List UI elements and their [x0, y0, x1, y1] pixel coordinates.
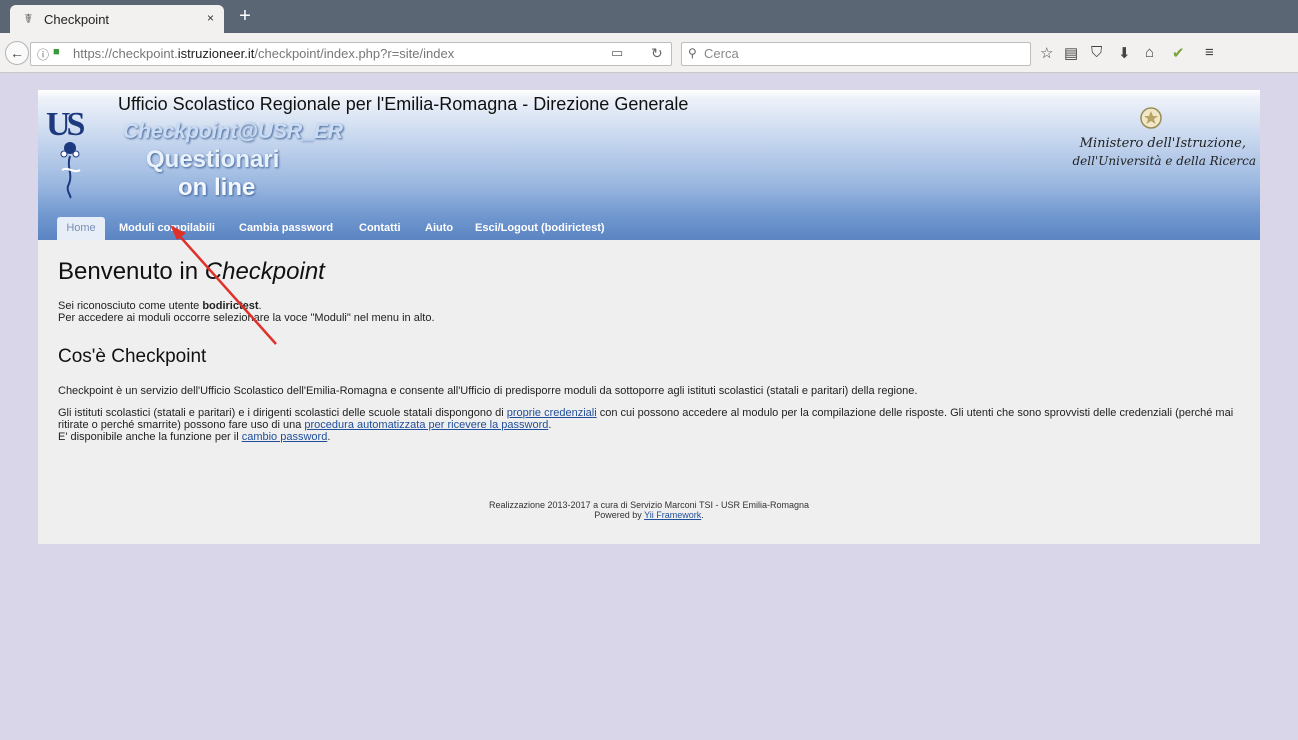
footer-credits: Realizzazione 2013-2017 a cura di Serviz… [489, 500, 809, 510]
menu-item-logout[interactable]: Esci/Logout (bodirictest) [475, 222, 605, 234]
reload-icon[interactable]: ↻ [651, 45, 663, 62]
download-icon[interactable]: ⬇ [1118, 44, 1131, 62]
questionari-logo-text: Questionari [146, 146, 280, 173]
extension-icon[interactable]: ✔ [1172, 44, 1185, 62]
page-title: Benvenuto in Checkpoint [58, 258, 325, 285]
home-icon[interactable]: ⌂ [1145, 44, 1154, 61]
lock-icon: ■ [53, 46, 60, 58]
url-bar[interactable]: ⓘ ■ https://checkpoint.istruzioneer.it/c… [30, 42, 672, 66]
header-title: Ufficio Scolastico Regionale per l'Emili… [118, 94, 689, 114]
back-button[interactable]: ← [5, 41, 29, 65]
search-icon: ⚲ [688, 46, 697, 60]
reading-list-icon[interactable]: ▤ [1064, 44, 1078, 62]
info-icon[interactable]: ⓘ [37, 46, 49, 63]
url-text[interactable]: https://checkpoint.istruzioneer.it/check… [73, 46, 454, 61]
ministero-line-2: dell'Università e della Ricerca [1072, 154, 1257, 168]
favicon-icon: ☤ [24, 11, 33, 26]
menu-item-home[interactable]: Home [57, 217, 105, 240]
menu-item-password[interactable]: Cambia password [239, 222, 333, 234]
change-password-link[interactable]: cambio password [242, 431, 328, 443]
browser-tab[interactable]: ☤ Checkpoint × [10, 5, 224, 33]
close-tab-icon[interactable]: × [207, 11, 214, 25]
pocket-icon[interactable]: ⛉ [1091, 44, 1102, 61]
new-tab-button[interactable]: + [233, 5, 257, 27]
search-bar[interactable]: ⚲ Cerca [681, 42, 1031, 66]
recover-password-link[interactable]: procedura automatizzata per ricevere la … [304, 419, 548, 431]
browser-tab-bar: ☤ Checkpoint × + [0, 0, 1298, 33]
online-logo-text: on line [178, 174, 256, 201]
site-header: US Ufficio Scolastico Regionale per l'Em… [38, 90, 1260, 240]
proprie-credenziali-link[interactable]: proprie credenziali [507, 407, 597, 419]
menu-icon[interactable]: ≡ [1205, 44, 1214, 61]
menu-item-moduli[interactable]: Moduli compilabili [119, 222, 215, 234]
menu-item-aiuto[interactable]: Aiuto [425, 222, 453, 234]
user-info-text: Sei riconosciuto come utente bodirictest… [58, 300, 435, 324]
usr-figure-logo [60, 142, 81, 199]
search-placeholder: Cerca [704, 46, 739, 61]
main-menu: Home Moduli compilabili Cambia password … [38, 215, 1260, 240]
yii-framework-link[interactable]: Yii Framework [644, 510, 701, 520]
republic-emblem-icon [1140, 107, 1162, 129]
reader-view-icon[interactable]: ▭ [611, 45, 623, 61]
section-title: Cos'è Checkpoint [58, 346, 207, 367]
tab-title: Checkpoint [44, 12, 110, 27]
checkpoint-logo-text: Checkpoint@USR_ER [123, 120, 344, 143]
ministero-line-1: Ministero dell'Istruzione, [1079, 136, 1246, 151]
page-container: US Ufficio Scolastico Regionale per l'Em… [38, 90, 1260, 544]
description-text: Checkpoint è un servizio dell'Ufficio Sc… [58, 385, 918, 397]
footer: Realizzazione 2013-2017 a cura di Serviz… [489, 500, 809, 520]
credentials-text: Gli istituti scolastici (statali e parit… [58, 407, 1234, 443]
usr-logo: US [46, 106, 86, 143]
browser-nav-bar: ← ⓘ ■ https://checkpoint.istruzioneer.it… [0, 33, 1298, 73]
bookmark-star-icon[interactable]: ☆ [1040, 44, 1053, 62]
menu-item-contatti[interactable]: Contatti [359, 222, 401, 234]
